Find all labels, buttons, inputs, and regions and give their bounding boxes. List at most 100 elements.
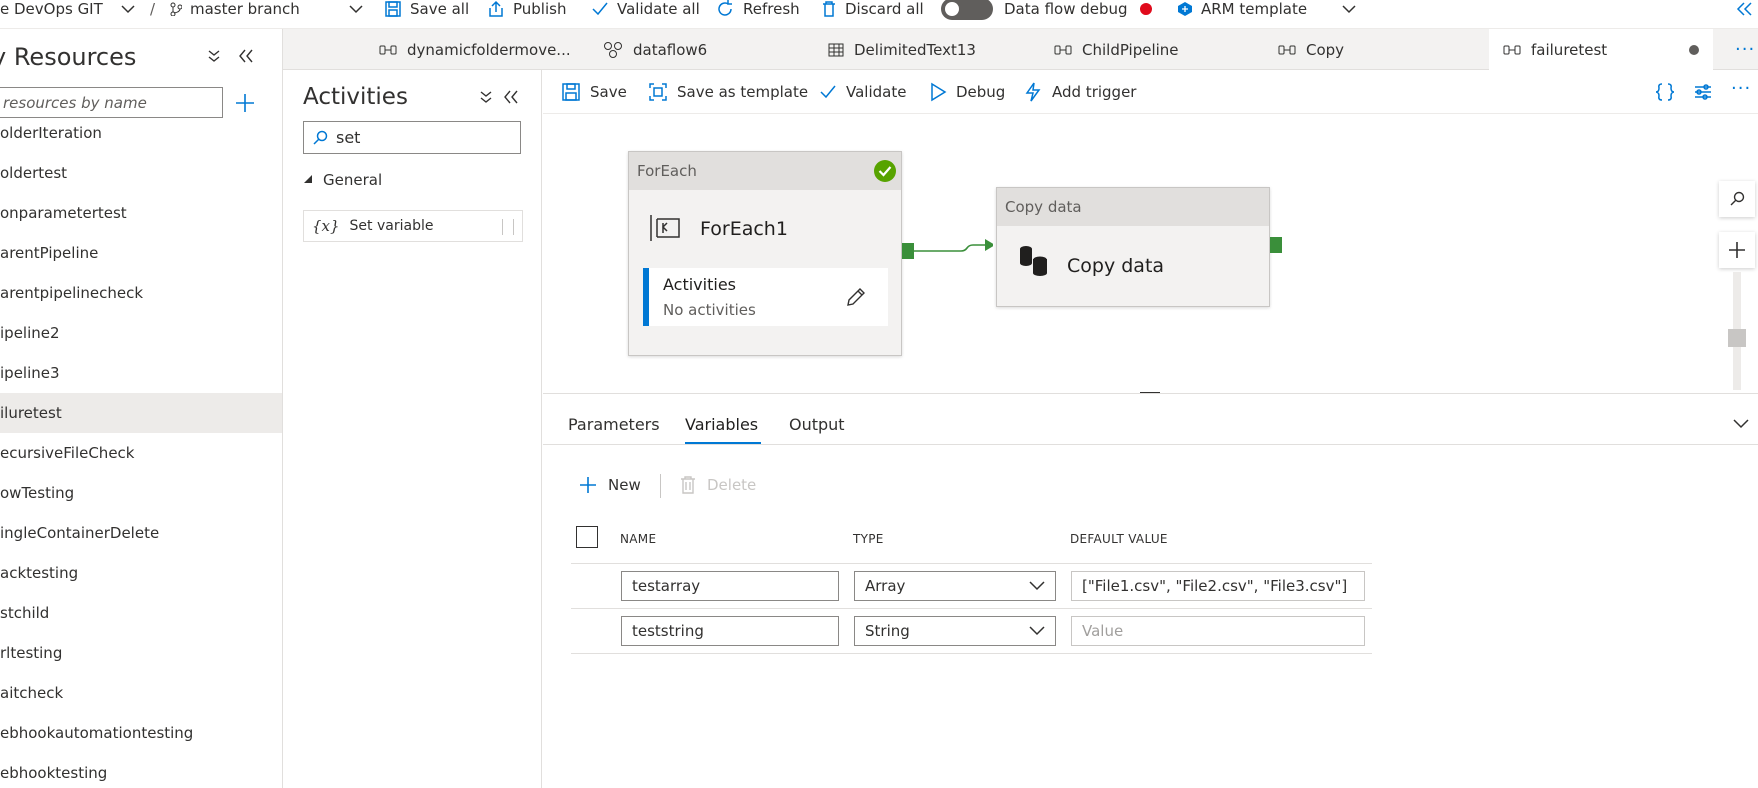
tab-delimitedtext13[interactable]: DelimitedText13	[814, 29, 1040, 70]
variable-name-input[interactable]: teststring	[621, 616, 839, 646]
success-check-icon	[874, 160, 896, 182]
resource-item-webhooktesting[interactable]: ebhooktesting	[0, 753, 282, 788]
arm-template-dropdown[interactable]	[1342, 0, 1364, 18]
debug-button[interactable]: Debug	[929, 81, 1005, 103]
hide-panel-button[interactable]	[238, 49, 254, 63]
save-icon	[562, 83, 580, 101]
save-as-template-button[interactable]: Save as template	[648, 81, 808, 103]
resource-item-parentpipelinecheck[interactable]: arentpipelinecheck	[0, 273, 282, 313]
settings-sliders-icon	[1695, 84, 1711, 100]
publish-button[interactable]: Publish	[487, 0, 566, 18]
chevron-down-icon	[121, 5, 135, 14]
pipeline-icon	[1503, 45, 1521, 55]
resource-item-singlecontainerdelete[interactable]: ingleContainerDelete	[0, 513, 282, 553]
column-header-name: NAME	[620, 532, 657, 546]
play-icon	[931, 82, 947, 102]
activity-set-variable[interactable]: {x} Set variable	[303, 210, 523, 242]
resource-item-urltesting[interactable]: rltesting	[0, 633, 282, 673]
pipeline-properties-panel: Parameters Variables Output New Delete N…	[543, 393, 1758, 788]
save-button[interactable]: Save	[561, 81, 627, 103]
repo-dropdown[interactable]	[121, 0, 143, 18]
activity-group-general[interactable]: General	[303, 171, 382, 189]
variable-default-value-input[interactable]: ["File1.csv", "File2.csv", "File3.csv"]	[1071, 571, 1365, 601]
resource-item-stacktesting[interactable]: acktesting	[0, 553, 282, 593]
code-view-button[interactable]	[1655, 82, 1675, 102]
variable-name-input[interactable]: testarray	[621, 571, 839, 601]
resource-item-pipeline3[interactable]: ipeline3	[0, 353, 282, 393]
branch-dropdown[interactable]	[349, 0, 371, 18]
row-divider	[571, 608, 1372, 609]
tab-parameters[interactable]: Parameters	[568, 415, 660, 434]
tab-childpipeline[interactable]: ChildPipeline	[1040, 29, 1264, 70]
header-divider	[571, 563, 1372, 564]
tab-dataflow6[interactable]: dataflow6	[589, 29, 814, 70]
add-resource-button[interactable]	[234, 92, 256, 114]
resource-item-folderiteration[interactable]: olderIteration	[0, 113, 282, 153]
foreach-activity-node[interactable]: ForEach ForEach1 Activities No activitie…	[628, 151, 902, 356]
arm-template-button[interactable]: ARM template	[1177, 0, 1307, 18]
search-icon	[313, 130, 328, 145]
canvas-search-button[interactable]	[1719, 181, 1755, 217]
data-flow-debug-toggle[interactable]: Data flow debug	[941, 0, 1152, 22]
tab-divider	[543, 444, 1758, 445]
arm-template-icon	[1178, 2, 1192, 16]
properties-button[interactable]	[1693, 82, 1713, 102]
variable-type-select[interactable]: Array	[854, 571, 1056, 601]
tab-failuretest[interactable]: failuretest	[1489, 29, 1713, 71]
discard-all-button[interactable]: Discard all	[821, 0, 924, 18]
variable-default-value-input[interactable]: Value	[1071, 616, 1365, 646]
drag-handle-icon[interactable]	[502, 219, 514, 235]
success-connector[interactable]	[913, 231, 993, 261]
resource-item-recursivefilecheck[interactable]: ecursiveFileCheck	[0, 433, 282, 473]
collapse-all-button[interactable]	[207, 49, 221, 63]
tab-output[interactable]: Output	[789, 415, 845, 434]
hide-activities-button[interactable]	[503, 90, 519, 104]
copy-data-output-port[interactable]	[1270, 237, 1282, 253]
resource-item-foldertest[interactable]: oldertest	[0, 153, 282, 193]
checkmark-icon	[820, 85, 836, 99]
pipeline-toolbar: Save Save as template Validate Debug Add…	[543, 70, 1758, 114]
tab-copy[interactable]: Copy	[1264, 29, 1489, 70]
resource-item-rowtesting[interactable]: owTesting	[0, 473, 282, 513]
resource-item-parentpipeline[interactable]: arentPipeline	[0, 233, 282, 273]
edit-activities-button[interactable]	[845, 286, 867, 308]
collapse-all-activities-button[interactable]	[479, 90, 493, 104]
zoom-in-button[interactable]	[1719, 232, 1755, 268]
more-tabs-button[interactable]: ···	[1735, 39, 1755, 60]
editor-tab-strip: dynamicfoldermove... dataflow6 Delimited…	[283, 29, 1758, 71]
collapse-right-button[interactable]	[1736, 0, 1758, 18]
publish-icon	[489, 0, 503, 17]
inner-activities-box[interactable]: Activities No activities	[643, 268, 888, 326]
resource-item-pipeline2[interactable]: ipeline2	[0, 313, 282, 353]
pipeline-canvas[interactable]: ForEach ForEach1 Activities No activitie…	[543, 115, 1758, 394]
resource-item-nonparametertest[interactable]: onparametertest	[0, 193, 282, 233]
new-variable-button[interactable]: New	[578, 475, 641, 495]
resource-item-failuretest[interactable]: iluretest	[0, 393, 282, 433]
validate-button[interactable]: Validate	[819, 81, 906, 103]
factory-resources-panel: y Resources resources by name olderItera…	[0, 29, 283, 788]
delete-variable-button[interactable]: Delete	[679, 475, 756, 495]
activities-title: Activities	[303, 84, 408, 110]
zoom-slider-thumb[interactable]	[1728, 329, 1746, 347]
validate-all-button[interactable]: Validate all	[591, 0, 700, 18]
resource-item-webhookautomationtesting[interactable]: ebhookautomationtesting	[0, 713, 282, 753]
add-trigger-button[interactable]: Add trigger	[1023, 81, 1136, 103]
table-icon	[828, 43, 844, 56]
toggle-switch[interactable]	[941, 0, 993, 20]
pipeline-icon	[1054, 45, 1072, 54]
save-all-button[interactable]: Save all	[384, 0, 469, 18]
template-icon	[649, 83, 667, 101]
tab-variables[interactable]: Variables	[685, 415, 758, 434]
resource-item-testchild[interactable]: stchild	[0, 593, 282, 633]
tab-dynamicfoldermove[interactable]: dynamicfoldermove...	[365, 29, 589, 70]
refresh-button[interactable]: Refresh	[715, 0, 800, 18]
collapse-panel-button[interactable]	[1733, 418, 1749, 430]
copy-data-activity-node[interactable]: Copy data Copy data	[996, 187, 1270, 307]
trash-icon	[823, 1, 835, 17]
select-all-checkbox[interactable]	[576, 526, 598, 548]
branch-selector[interactable]: master branch	[170, 0, 300, 18]
variable-type-select[interactable]: String	[854, 616, 1056, 646]
activities-search-input[interactable]: set	[303, 121, 521, 154]
resource-item-waitcheck[interactable]: aitcheck	[0, 673, 282, 713]
more-options-button[interactable]: ···	[1731, 78, 1751, 99]
